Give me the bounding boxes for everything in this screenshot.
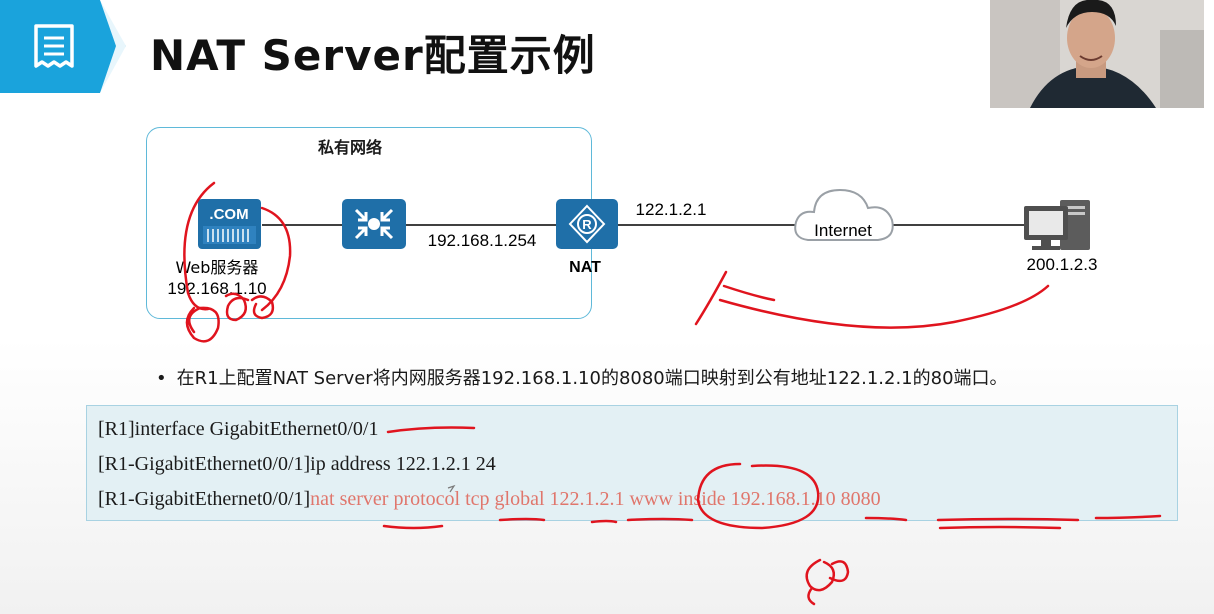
webcam-video xyxy=(990,0,1204,108)
code-line-3-prefix: [R1-GigabitEthernet0/0/1] xyxy=(98,488,311,510)
slide-title: NAT Server配置示例 xyxy=(150,31,596,80)
code-line-3: [R1-GigabitEthernet0/0/1]nat server prot… xyxy=(98,488,881,511)
code-block: [R1]interface GigabitEthernet0/0/1 [R1-G… xyxy=(86,405,1178,521)
code-line-3-command: nat server protocol tcp global 122.1.2.1… xyxy=(310,488,881,510)
cloud-icon[interactable] xyxy=(794,188,894,241)
code-line-2: [R1-GigabitEthernet0/0/1]ip address 122.… xyxy=(98,453,496,475)
private-network-label: 私有网络 xyxy=(318,138,383,157)
bullet-marker: • xyxy=(156,368,167,389)
client-ip: 200.1.2.3 xyxy=(1027,255,1098,274)
code-line-1: [R1]interface GigabitEthernet0/0/1 xyxy=(98,418,379,440)
router-public-ip: 122.1.2.1 xyxy=(636,200,707,219)
bullet-description: • 在R1上配置NAT Server将内网服务器192.168.1.10的8080… xyxy=(156,364,1008,390)
bullet-text: 在R1上配置NAT Server将内网服务器192.168.1.10的8080端… xyxy=(176,368,1008,389)
internet-label: Internet xyxy=(814,221,872,240)
title-banner xyxy=(0,0,126,93)
pc-icon[interactable] xyxy=(1024,200,1090,250)
